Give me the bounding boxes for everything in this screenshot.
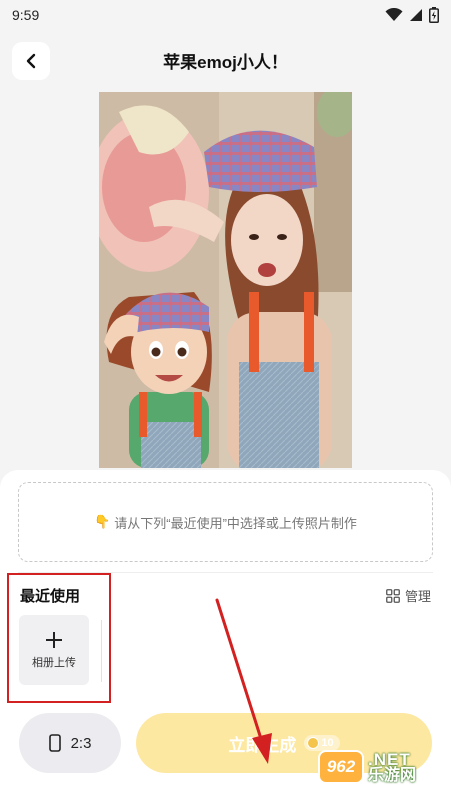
battery-icon [429,7,439,23]
back-button[interactable] [12,42,50,80]
sample-preview-image [99,92,352,468]
watermark-top: .NET [368,749,411,769]
watermark-bottom: 乐游网 [368,766,417,784]
status-icons [385,7,439,23]
upload-hint: 请从下列“最近使用”中选择或上传照片制作 [114,515,357,531]
pointing-down-hand-icon: 👇 [94,514,111,529]
signal-icon [410,9,422,21]
manage-button[interactable]: 管理 [386,586,431,605]
coin-icon [307,737,320,749]
generate-label: 立即生成 [228,735,297,755]
preview-illustration [99,92,352,468]
watermark-logo: 962 [318,750,364,784]
page-title: 苹果emoj小人！ [163,52,288,72]
status-time: 9:59 [12,7,40,23]
cost-badge: 10 [304,735,340,751]
aspect-ratio-button[interactable]: 2:3 [19,713,121,773]
chevron-left-icon [26,53,36,69]
status-bar: 9:59 [0,0,451,30]
cost-value: 10 [321,737,334,749]
phone-portrait-icon [48,734,61,752]
aspect-ratio-label: 2:3 [70,734,92,752]
header: 苹果emoj小人！ [0,38,451,82]
highlight-box [7,573,111,703]
wifi-icon [385,8,403,21]
site-watermark: 962 .NET 乐游网 [318,750,416,784]
manage-label: 管理 [404,589,431,604]
upload-dropzone[interactable]: 👇 请从下列“最近使用”中选择或上传照片制作 [18,482,433,562]
watermark-text: .NET 乐游网 [368,751,416,784]
grid-icon [386,588,400,603]
